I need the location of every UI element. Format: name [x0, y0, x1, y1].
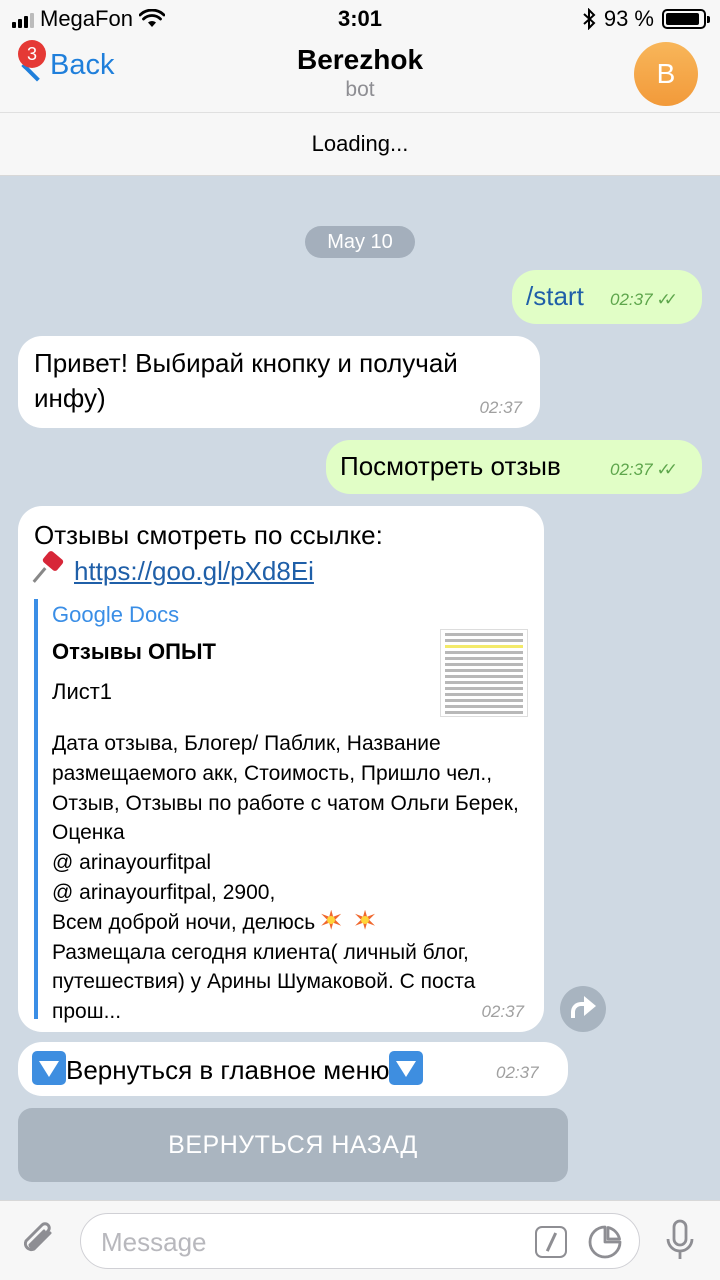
battery-percent: 93 %: [603, 6, 654, 31]
message-time: 02:37 ✓✓: [610, 459, 678, 482]
keyboard-back-button[interactable]: ВЕРНУТЬСЯ НАЗАД: [18, 1108, 568, 1182]
down-arrow-icon: [389, 1051, 424, 1085]
avatar[interactable]: B: [634, 42, 698, 106]
status-bar: MegaFon 3:01 93 %: [0, 0, 720, 38]
command-icon[interactable]: [535, 1226, 567, 1258]
read-checks-icon: ✓✓: [656, 460, 678, 479]
preview-body-line: Всем доброй ночи, делюсь: [52, 908, 528, 938]
message-time: 02:37: [481, 1002, 524, 1022]
preview-body-text: Всем доброй ночи, делюсь: [52, 910, 316, 934]
message-time: 02:37 ✓✓: [610, 289, 678, 312]
date-separator: May 10: [305, 226, 415, 258]
preview-thumbnail[interactable]: [440, 629, 528, 718]
message-text: Посмотреть отзыв: [340, 451, 561, 481]
microphone-icon[interactable]: [664, 1217, 696, 1265]
message-link[interactable]: https://goo.gl/pXd8Ei: [74, 556, 314, 586]
pin-icon: [32, 549, 65, 583]
down-arrow-icon: [32, 1051, 66, 1085]
preview-body-text: Дата отзыва, Блогер/ Паблик, Название ра…: [52, 731, 519, 845]
collision-icon: [319, 908, 343, 932]
chat-title: Berezhok: [296, 44, 424, 75]
message-incoming[interactable]: Вернуться в главное меню 02:37: [18, 1042, 568, 1096]
input-bar: [0, 1200, 720, 1280]
preview-site: Google Docs: [52, 602, 180, 628]
message-incoming-link[interactable]: Отзывы смотреть по ссылке: https://goo.g…: [18, 506, 544, 1032]
nav-bar: 3 Back Berezhok bot B: [0, 38, 720, 112]
message-input[interactable]: [101, 1222, 521, 1262]
loading-bar: Loading...: [0, 112, 720, 176]
message-time: 02:37: [479, 398, 522, 418]
time-text: 02:37: [610, 290, 653, 309]
message-outgoing[interactable]: /start 02:37 ✓✓: [512, 270, 702, 324]
sticker-icon[interactable]: [587, 1224, 623, 1260]
link-preview[interactable]: Google Docs Отзывы ОПЫТ Лист1 Дата отзыв…: [34, 599, 528, 1023]
preview-body: Дата отзыва, Блогер/ Паблик, Название ра…: [52, 729, 528, 1027]
chat-header[interactable]: Berezhok bot: [0, 44, 720, 102]
link-line: https://goo.gl/pXd8Ei: [32, 549, 528, 589]
attach-icon[interactable]: [20, 1219, 58, 1261]
chat-subtitle: bot: [345, 78, 375, 101]
message-incoming[interactable]: Привет! Выбирай кнопку и получай инфу) 0…: [18, 336, 540, 428]
chat-area[interactable]: May 10 /start 02:37 ✓✓ Привет! Выбирай кн…: [0, 176, 720, 1200]
battery-icon: [662, 9, 710, 29]
message-text: Отзывы смотреть по ссылке:: [34, 520, 383, 550]
message-field[interactable]: [80, 1213, 640, 1269]
message-text: Вернуться в главное меню: [66, 1055, 390, 1085]
time-text: 02:37: [610, 460, 653, 479]
status-right: 93 %: [582, 6, 710, 32]
preview-body-text: Размещала сегодня клиента( личный блог, …: [52, 940, 476, 1024]
message-time: 02:37: [496, 1063, 539, 1082]
message-outgoing[interactable]: Посмотреть отзыв 02:37 ✓✓: [326, 440, 702, 494]
preview-body-text: @ arinayourfitpal, 2900,: [52, 880, 276, 904]
read-checks-icon: ✓✓: [656, 290, 678, 309]
message-text[interactable]: /start: [526, 279, 584, 314]
preview-body-text: @ arinayourfitpal: [52, 851, 212, 875]
message-content: Вернуться в главное меню: [32, 1051, 424, 1088]
bluetooth-icon: [583, 8, 596, 30]
share-button[interactable]: [560, 986, 606, 1032]
message-text: Привет! Выбирай кнопку и получай инфу): [34, 348, 458, 414]
collision-icon: [353, 908, 377, 932]
